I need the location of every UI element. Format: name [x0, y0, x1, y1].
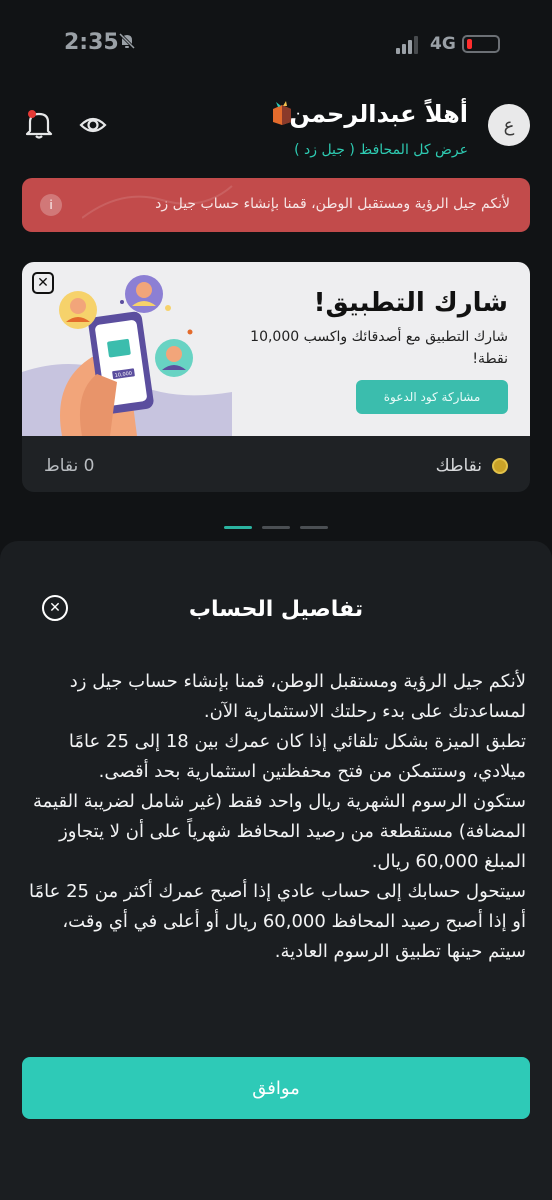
share-app-card: 10,000 ✕ شارك التطبيق! شارك التطبيق مع أ… [22, 262, 530, 492]
sheet-body: لأنكم جيل الرؤية ومستقبل الوطن، قمنا بإن… [26, 667, 526, 967]
sheet-title: تفاصيل الحساب [188, 597, 364, 622]
sheet-paragraph: لأنكم جيل الرؤية ومستقبل الوطن، قمنا بإن… [69, 671, 526, 722]
view-all-portfolios-link[interactable]: عرض كل المحافظ ( جيل زد ) [294, 142, 468, 158]
pager-dot[interactable] [300, 526, 328, 529]
avatar[interactable]: ع [488, 104, 530, 146]
carousel-pager [224, 526, 328, 530]
close-card-icon[interactable]: ✕ [32, 272, 54, 294]
share-app-title: شارك التطبيق! [313, 288, 508, 318]
sheet-paragraph: تطبق الميزة بشكل تلقائي إذا كان عمرك بين… [68, 731, 526, 782]
alert-text: لأنكم جيل الرؤية ومستقبل الوطن، قمنا بإن… [155, 196, 510, 212]
sheet-paragraph: ستكون الرسوم الشهرية ريال واحد فقط (غير … [32, 791, 526, 872]
points-value: 0 نقاط [44, 456, 95, 476]
info-icon: i [40, 194, 62, 216]
gift-icon [270, 100, 294, 126]
coin-icon [492, 458, 508, 474]
share-invite-code-button[interactable]: مشاركة كود الدعوة [356, 380, 508, 414]
points-label: نقاطك [435, 456, 482, 476]
gen-z-alert-banner[interactable]: i لأنكم جيل الرؤية ومستقبل الوطن، قمنا ب… [22, 178, 530, 232]
bell-icon[interactable] [24, 108, 54, 140]
share-app-description: شارك التطبيق مع أصدقائك واكسب 10,000 نقط… [250, 329, 508, 367]
signal-icon [396, 36, 418, 54]
greeting-title: أهلاً عبدالرحمن [289, 100, 468, 128]
status-time: 2:35 [64, 30, 119, 55]
share-app-banner: 10,000 ✕ شارك التطبيق! شارك التطبيق مع أ… [22, 262, 530, 436]
network-type: 4G [430, 34, 456, 54]
eye-icon[interactable] [78, 110, 108, 140]
confirm-button[interactable]: موافق [22, 1057, 530, 1119]
bell-slash-icon [118, 32, 136, 55]
pager-dot[interactable] [224, 526, 252, 529]
battery-icon [462, 35, 500, 53]
sheet-paragraph: سيتحول حسابك إلى حساب عادي إذا أصبح عمرك… [29, 881, 526, 962]
pager-dot[interactable] [262, 526, 290, 529]
status-bar: 2:35 4G [0, 0, 552, 90]
account-details-sheet: ✕ تفاصيل الحساب لأنكم جيل الرؤية ومستقبل… [0, 541, 552, 1200]
